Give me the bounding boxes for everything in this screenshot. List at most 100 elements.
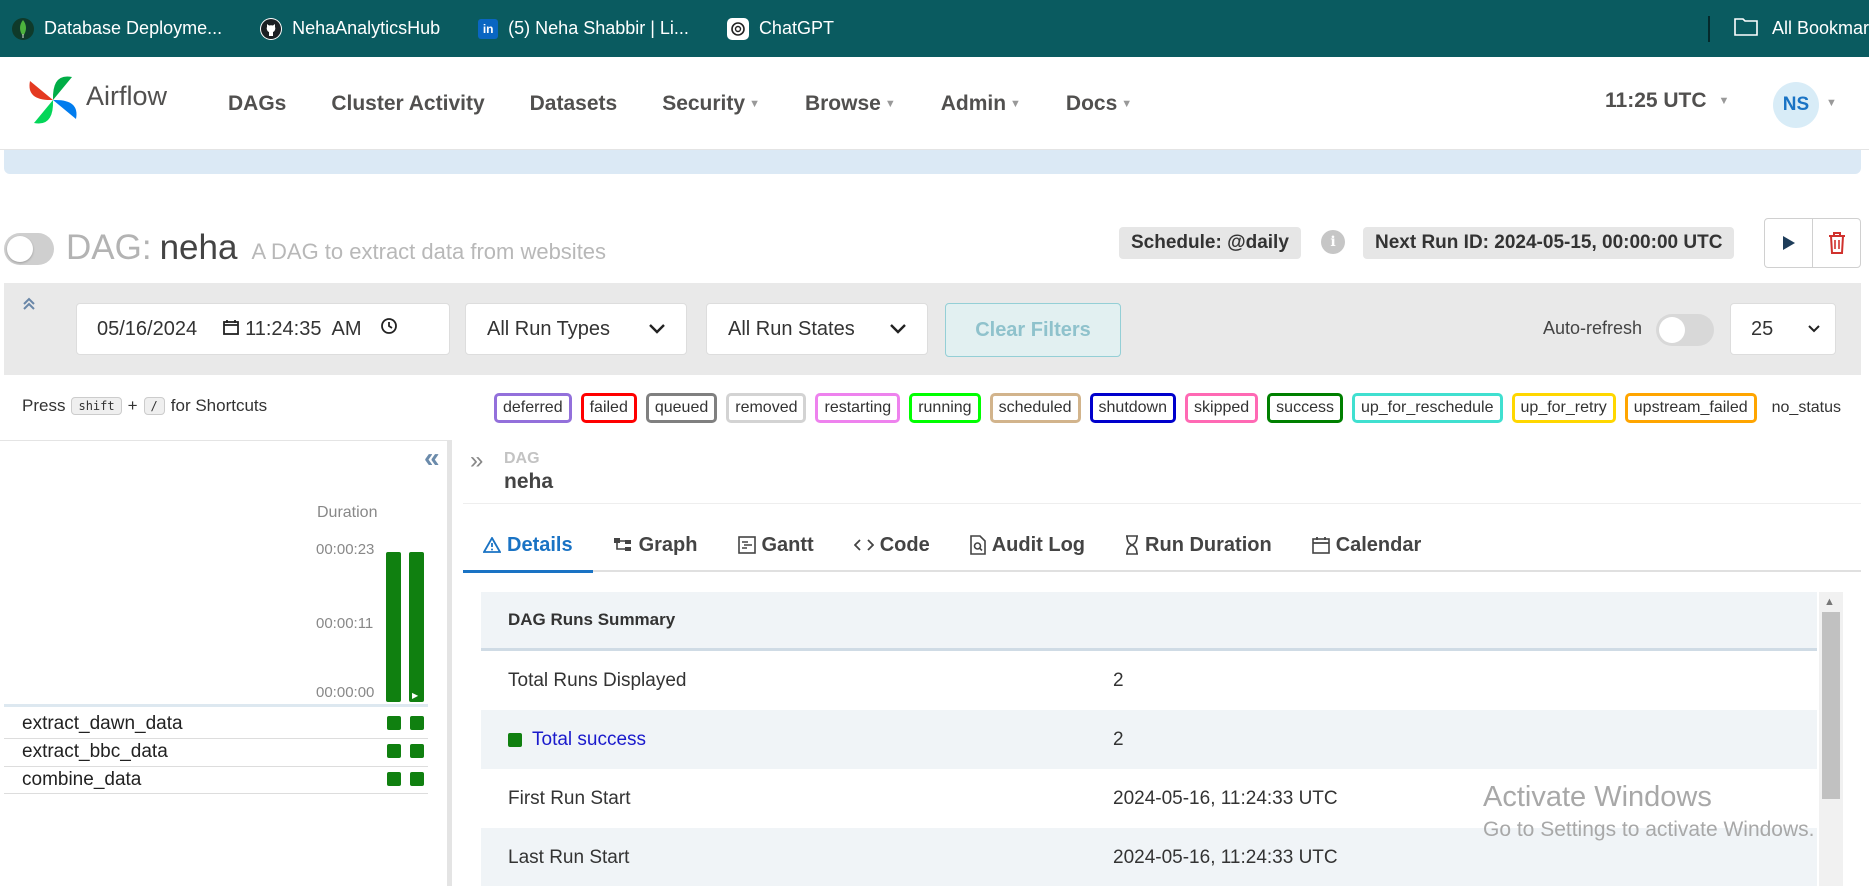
dag-pause-toggle[interactable] <box>4 233 54 265</box>
bookmark-nehaanalyticshub[interactable]: NehaAnalyticsHub <box>260 17 440 40</box>
airflow-logo[interactable]: Airflow <box>24 71 167 129</box>
calendar-icon <box>1311 537 1330 554</box>
state-badge-up-for-retry[interactable]: up_for_retry <box>1511 393 1616 423</box>
nav-security[interactable]: Security ▼ <box>662 92 760 116</box>
bookmark-chatgpt[interactable]: ChatGPT <box>726 17 834 40</box>
tab-calendar[interactable]: Calendar <box>1292 519 1442 571</box>
state-badge-failed[interactable]: failed <box>580 393 637 423</box>
task-name[interactable]: extract_dawn_data <box>22 713 183 735</box>
state-badge-up-for-reschedule[interactable]: up_for_reschedule <box>1351 393 1503 423</box>
state-badge-success[interactable]: success <box>1267 393 1343 423</box>
expand-details-icon[interactable]: » <box>470 447 483 475</box>
gantt-icon <box>737 536 756 554</box>
shortcuts-press: Press <box>22 396 66 415</box>
task-name[interactable]: extract_bbc_data <box>22 741 168 763</box>
dag-name: neha <box>159 228 238 267</box>
tab-graph[interactable]: Graph <box>593 519 718 571</box>
bookmark-label: Database Deployme... <box>44 18 223 38</box>
state-no-status[interactable]: no_status <box>1772 399 1841 417</box>
play-icon <box>1782 236 1795 250</box>
tab-details[interactable]: Details <box>463 519 593 573</box>
scroll-up-arrow-icon[interactable]: ▲ <box>1824 596 1835 608</box>
filter-bar: 05/16/2024 11:24:35 AM All Run Types All… <box>4 283 1861 375</box>
state-badge-deferred[interactable]: deferred <box>494 393 572 423</box>
nav-datasets[interactable]: Datasets <box>530 92 618 116</box>
row-key: Total Runs Displayed <box>508 669 687 691</box>
calendar-picker-icon[interactable] <box>223 318 240 341</box>
tab-gantt[interactable]: Gantt <box>718 519 834 571</box>
run-duration-bar[interactable] <box>386 552 401 702</box>
task-instance-success[interactable] <box>387 744 401 758</box>
caret-down-icon: ▼ <box>1010 97 1021 110</box>
table-row: Total Runs Displayed 2 <box>481 651 1817 710</box>
total-success-link[interactable]: Total success <box>532 729 646 751</box>
state-badge-running[interactable]: running <box>909 393 981 423</box>
task-instance-success[interactable] <box>410 744 424 758</box>
breadcrumb-dag-name[interactable]: neha <box>504 470 553 494</box>
chevron-down-icon <box>890 324 906 334</box>
state-badge-scheduled[interactable]: scheduled <box>989 393 1081 423</box>
state-badge-upstream-failed[interactable]: upstream_failed <box>1624 393 1757 423</box>
task-instance-success[interactable] <box>387 716 401 730</box>
shortcuts-hint: Press shift + / for Shortcuts <box>22 396 267 416</box>
nav-cluster-activity[interactable]: Cluster Activity <box>331 92 484 116</box>
tab-run-duration[interactable]: Run Duration <box>1105 519 1292 571</box>
all-bookmarks[interactable]: All Bookmar <box>1707 0 1869 57</box>
all-bookmarks-label: All Bookmar <box>1771 18 1869 38</box>
audit-log-icon <box>969 535 986 555</box>
nav-browse[interactable]: Browse ▼ <box>805 92 896 116</box>
kbd-shift: shift <box>71 397 122 415</box>
bookmark-label: ChatGPT <box>758 18 834 38</box>
tab-audit-log[interactable]: Audit Log <box>950 519 1105 571</box>
caret-down-icon: ▼ <box>884 97 896 110</box>
task-instance-success[interactable] <box>410 716 424 730</box>
tab-label: Details <box>507 533 573 556</box>
tab-code[interactable]: Code <box>834 519 950 571</box>
page-size-select[interactable]: 25 <box>1730 303 1836 355</box>
folder-icon <box>1734 16 1758 41</box>
row-value: 2024-05-16, 11:24:33 UTC <box>1113 787 1338 809</box>
task-instance-success[interactable] <box>387 772 401 786</box>
grid-divider <box>4 738 428 739</box>
details-tabs: Details Graph Gantt Code Audit Log Run D… <box>463 519 1861 573</box>
clock-picker-icon[interactable] <box>380 317 398 341</box>
timezone-clock[interactable]: 11:25 UTC ▼ <box>1605 89 1729 113</box>
bookmark-linkedin[interactable]: in (5) Neha Shabbir | Li... <box>478 18 689 39</box>
delete-dag-button[interactable] <box>1812 218 1861 268</box>
row-key: Last Run Start <box>508 846 630 868</box>
duration-tick: 00:00:11 <box>316 615 374 632</box>
autorefresh-toggle[interactable] <box>1656 314 1714 346</box>
collapse-grid-icon[interactable]: « <box>424 442 440 474</box>
run-states-select[interactable]: All Run States <box>706 303 928 355</box>
state-badge-queued[interactable]: queued <box>645 393 718 423</box>
collapse-up-icon[interactable] <box>22 297 36 316</box>
nav-label: Browse <box>804 91 881 115</box>
dag-title: DAG: neha A DAG to extract data from web… <box>66 228 606 268</box>
task-name[interactable]: combine_data <box>22 769 141 791</box>
scrollbar-thumb[interactable] <box>1822 612 1840 799</box>
run-types-select[interactable]: All Run Types <box>465 303 687 355</box>
airflow-navbar: Airflow DAGs Cluster Activity Datasets S… <box>0 57 1869 150</box>
bookmark-label: (5) Neha Shabbir | Li... <box>508 18 689 38</box>
state-badge-skipped[interactable]: skipped <box>1185 393 1259 423</box>
task-instance-success[interactable] <box>410 772 424 786</box>
state-badge-shutdown[interactable]: shutdown <box>1089 393 1177 423</box>
bookmark-database-deployment[interactable]: Database Deployme... <box>12 17 223 40</box>
nav-docs[interactable]: Docs ▼ <box>1066 92 1132 116</box>
nav-label: Cluster Activity <box>331 91 485 115</box>
row-key: First Run Start <box>508 787 631 809</box>
base-date-input[interactable]: 05/16/2024 11:24:35 AM <box>76 303 450 355</box>
nav-dags[interactable]: DAGs <box>228 92 286 116</box>
run-duration-bar[interactable]: ▶ <box>409 552 424 702</box>
user-avatar[interactable]: NS <box>1773 82 1819 128</box>
state-badge-restarting[interactable]: restarting <box>815 393 901 423</box>
grid-divider <box>4 766 428 767</box>
watermark-subtitle: Go to Settings to activate Windows. <box>1483 818 1815 841</box>
state-badge-removed[interactable]: removed <box>726 393 807 423</box>
shortcuts-suffix: for Shortcuts <box>170 396 268 415</box>
info-icon[interactable]: i <box>1321 230 1345 254</box>
clear-filters-button[interactable]: Clear Filters <box>945 303 1121 357</box>
nav-admin[interactable]: Admin ▼ <box>941 92 1021 116</box>
row-value: 2 <box>1113 669 1124 691</box>
trigger-dag-button[interactable] <box>1764 218 1813 268</box>
